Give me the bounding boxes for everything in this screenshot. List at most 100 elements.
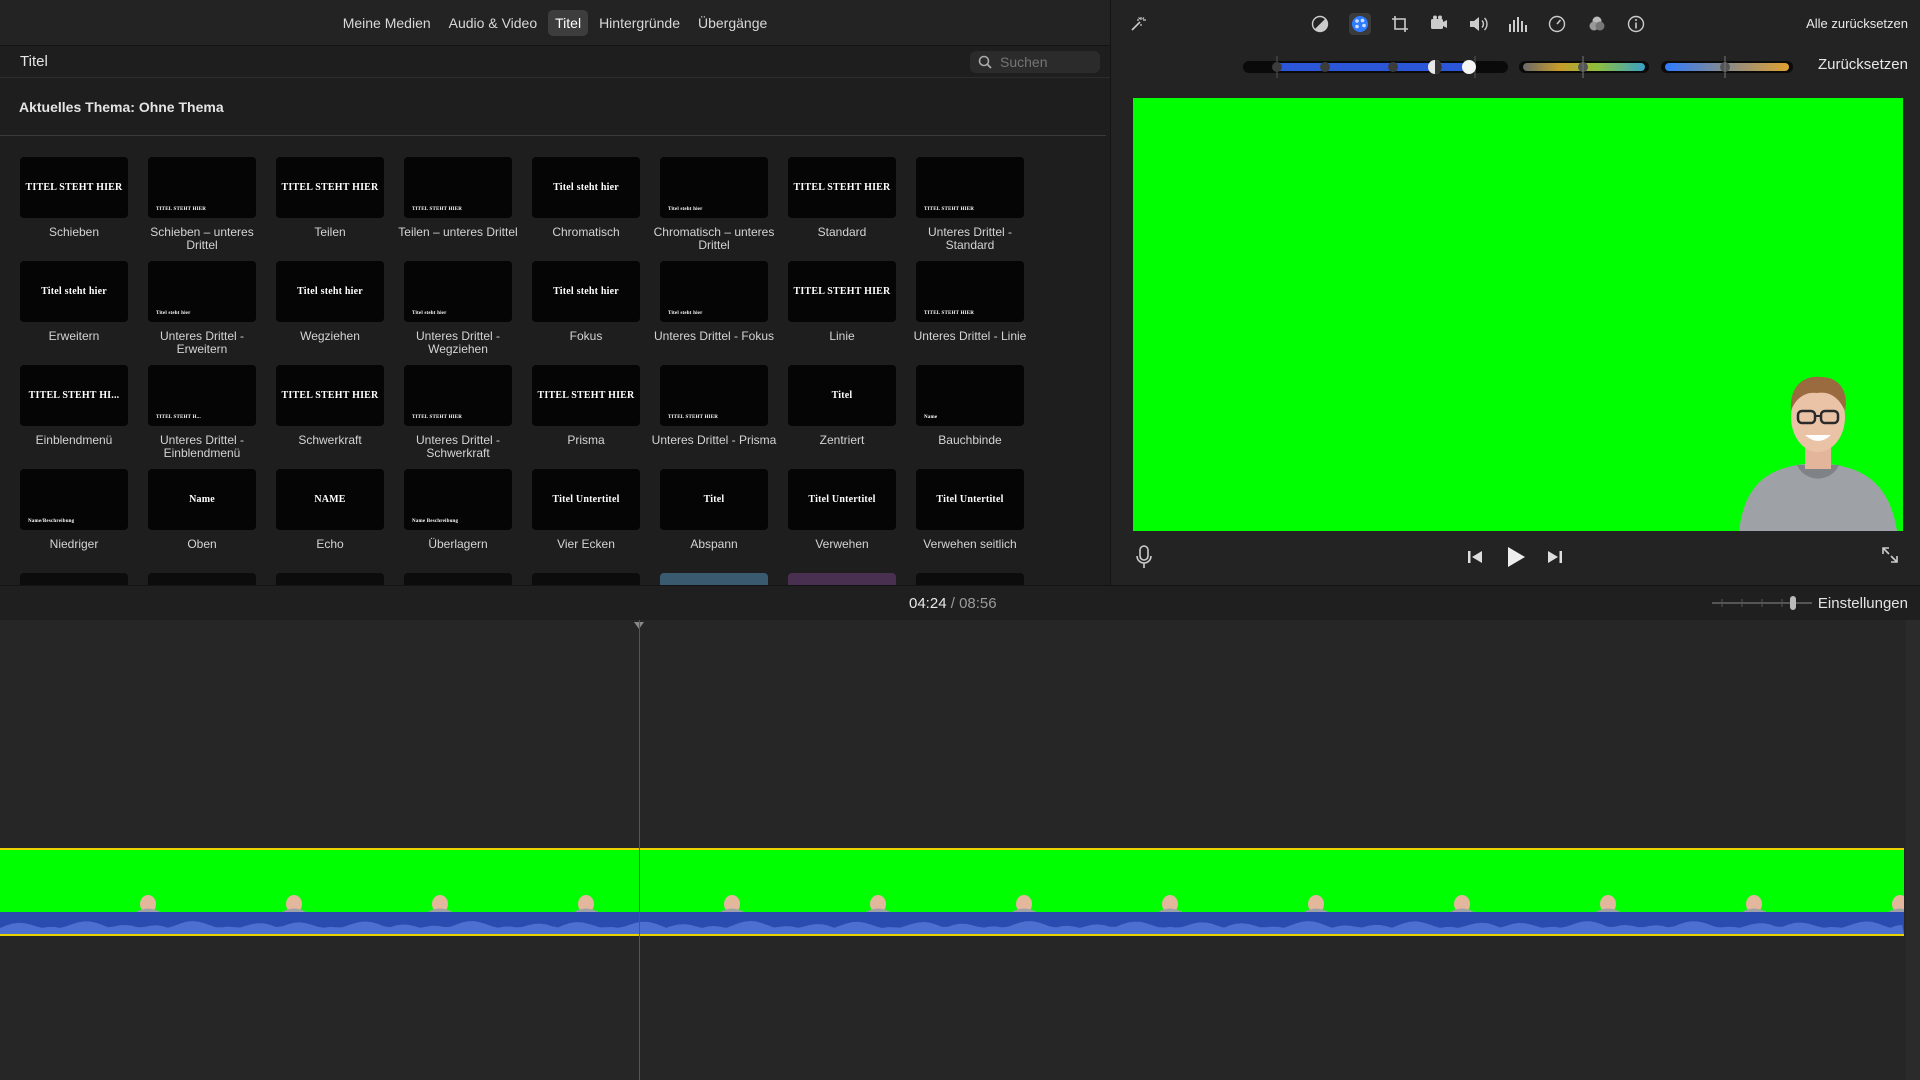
title-tile[interactable]: Titel Untertitel Verwehen	[788, 469, 896, 573]
search-input[interactable]	[1000, 53, 1090, 70]
title-thumbnail[interactable]: TITEL STEHT HIER	[660, 365, 768, 426]
speed-icon[interactable]	[1546, 13, 1568, 35]
title-thumbnail[interactable]: TITEL STEHT HIER	[532, 365, 640, 426]
title-thumbnail[interactable]: TITEL STEHT HIER	[148, 157, 256, 218]
title-tile[interactable]: TITEL STEHT HIER Schwerkraft	[276, 365, 384, 469]
title-tile[interactable]: TITEL STEHT HIER Teilen	[276, 157, 384, 261]
stabilization-icon[interactable]	[1428, 13, 1450, 35]
title-tile[interactable]: Titel steht hier Unteres Drittel - Fokus	[654, 261, 774, 365]
title-tile[interactable]: Titel steht hier Erweitern	[20, 261, 128, 365]
title-tile[interactable]: Titel Untertitel Vier Ecken	[532, 469, 640, 573]
title-tile[interactable]: Titel steht hier Chromatisch	[532, 157, 640, 261]
exposure-slider[interactable]	[1243, 56, 1508, 78]
title-tile[interactable]: Titel steht hier Unteres Drittel - Erweit…	[148, 261, 256, 365]
color-balance-icon[interactable]	[1309, 13, 1331, 35]
title-thumbnail[interactable]: Titel steht hier	[532, 157, 640, 218]
magic-wand-icon[interactable]	[1127, 13, 1149, 35]
title-thumbnail[interactable]: Titel steht hier	[276, 261, 384, 322]
title-thumbnail[interactable]: Titel steht hier	[532, 261, 640, 322]
title-thumbnail[interactable]: TITEL STEHT HIER	[788, 261, 896, 322]
title-tile[interactable]: Name Bauchbinde	[916, 365, 1024, 469]
title-thumbnail[interactable]: Titel steht hier	[404, 261, 512, 322]
title-tile[interactable]: TITEL STEHT HIER Prisma	[532, 365, 640, 469]
title-thumbnail[interactable]: Titel	[788, 365, 896, 426]
title-thumbnail[interactable]: Titel steht hier	[20, 261, 128, 322]
title-tile[interactable]: Name Beschreibung Überlagern	[404, 469, 512, 573]
title-thumbnail[interactable]: Titel Untertitel	[532, 469, 640, 530]
microphone-icon[interactable]	[1135, 545, 1153, 574]
play-icon[interactable]	[1503, 545, 1527, 574]
crop-icon[interactable]	[1389, 13, 1411, 35]
title-thumbnail[interactable]: TITEL STEHT HIER	[276, 365, 384, 426]
title-tile[interactable]: TITEL STEHT HIER Linie	[788, 261, 896, 365]
title-thumbnail[interactable]: TITEL STEHT H...	[148, 365, 256, 426]
filter-icon[interactable]	[1586, 13, 1608, 35]
title-thumbnail[interactable]: NAME	[276, 469, 384, 530]
search-field[interactable]	[970, 50, 1100, 73]
title-tile[interactable]: Titel Untertitel Verwehen seitlich	[916, 469, 1024, 573]
title-tile[interactable]: TITEL STEHT HIER Unteres Drittel - Schwer…	[404, 365, 512, 469]
title-tile[interactable]: TITEL STEHT HIER Unteres Drittel - Linie	[914, 261, 1026, 365]
timeline-area[interactable]	[0, 620, 1920, 1080]
skip-forward-icon[interactable]	[1545, 547, 1565, 572]
title-thumbnail[interactable]: TITEL STEHT HIER	[916, 261, 1024, 322]
title-thumbnail[interactable]: TITEL STEHT HIER	[404, 365, 512, 426]
title-thumbnail[interactable]: Name/Beschreibung	[20, 469, 128, 530]
timeline-scrollbar[interactable]	[1906, 620, 1920, 1080]
title-tile[interactable]: TITEL STEHT HIER Unteres Drittel - Prisma	[652, 365, 776, 469]
tab-audio-video[interactable]: Audio & Video	[442, 10, 544, 36]
title-tile[interactable]: TITEL STEHT HIER Schieben	[20, 157, 128, 261]
title-thumbnail[interactable]: Titel steht hier	[660, 261, 768, 322]
title-tile[interactable]: TITEL STEHT HIER Standard	[788, 157, 896, 261]
title-label: Verwehen	[815, 537, 869, 551]
zoom-slider[interactable]	[1712, 596, 1812, 610]
title-tile[interactable]: TITEL STEHT HI... Einblendmenü	[20, 365, 128, 469]
title-thumbnail[interactable]: Name	[916, 365, 1024, 426]
tab-titles[interactable]: Titel	[548, 9, 589, 36]
title-thumbnail[interactable]: TITEL STEHT HIER	[916, 157, 1024, 218]
title-tile[interactable]: Titel steht hier Fokus	[532, 261, 640, 365]
title-tile[interactable]: NAME Echo	[276, 469, 384, 573]
title-thumbnail[interactable]: Titel steht hier	[148, 261, 256, 322]
title-tile[interactable]: TITEL STEHT HIER Schieben – unteres Dritt…	[148, 157, 256, 261]
title-tile[interactable]: TITEL STEHT H... Unteres Drittel - Einble…	[148, 365, 256, 469]
title-thumbnail[interactable]: Titel Untertitel	[788, 469, 896, 530]
thumbnail-text: TITEL STEHT HIER	[412, 207, 463, 212]
title-tile[interactable]: Titel steht hier Unteres Drittel - Wegzie…	[404, 261, 512, 365]
title-thumbnail[interactable]: TITEL STEHT HI...	[20, 365, 128, 426]
title-tile[interactable]: Titel Abspann	[660, 469, 768, 573]
tab-backgrounds[interactable]: Hintergründe	[592, 10, 687, 36]
fullscreen-icon[interactable]	[1880, 545, 1900, 570]
title-tile[interactable]: TITEL STEHT HIER Teilen – unteres Drittel	[398, 157, 518, 261]
title-thumbnail[interactable]: TITEL STEHT HIER	[404, 157, 512, 218]
video-clip[interactable]	[0, 848, 1904, 936]
title-thumbnail[interactable]: Titel steht hier	[660, 157, 768, 218]
title-thumbnail[interactable]: Name	[148, 469, 256, 530]
temperature-slider[interactable]	[1661, 56, 1793, 78]
playhead[interactable]	[639, 620, 640, 1080]
title-tile[interactable]: Titel Zentriert	[788, 365, 896, 469]
title-tile[interactable]: TITEL STEHT HIER Unteres Drittel - Standa…	[916, 157, 1024, 261]
tab-my-media[interactable]: Meine Medien	[336, 10, 438, 36]
title-tile[interactable]: Titel steht hier Wegziehen	[276, 261, 384, 365]
title-tile[interactable]: Name/Beschreibung Niedriger	[20, 469, 128, 573]
title-thumbnail[interactable]: Name Beschreibung	[404, 469, 512, 530]
equalizer-icon[interactable]	[1507, 13, 1529, 35]
volume-icon[interactable]	[1467, 13, 1489, 35]
info-icon[interactable]	[1625, 13, 1647, 35]
title-tile[interactable]: Name Oben	[148, 469, 256, 573]
title-thumbnail[interactable]: TITEL STEHT HIER	[788, 157, 896, 218]
title-tile[interactable]: Titel steht hier Chromatisch – unteres Dr…	[654, 157, 774, 261]
title-thumbnail[interactable]: TITEL STEHT HIER	[20, 157, 128, 218]
title-thumbnail[interactable]: Titel Untertitel	[916, 469, 1024, 530]
reset-all-button[interactable]: Alle zurücksetzen	[1806, 16, 1908, 31]
title-thumbnail[interactable]: Titel	[660, 469, 768, 530]
settings-button[interactable]: Einstellungen	[1818, 595, 1908, 612]
title-thumbnail[interactable]: TITEL STEHT HIER	[276, 157, 384, 218]
skip-back-icon[interactable]	[1465, 547, 1485, 572]
reset-button[interactable]: Zurücksetzen	[1818, 56, 1908, 73]
video-preview[interactable]	[1133, 98, 1903, 531]
color-correction-icon[interactable]	[1349, 13, 1371, 35]
saturation-slider[interactable]	[1519, 56, 1649, 78]
tab-transitions[interactable]: Übergänge	[691, 10, 774, 36]
